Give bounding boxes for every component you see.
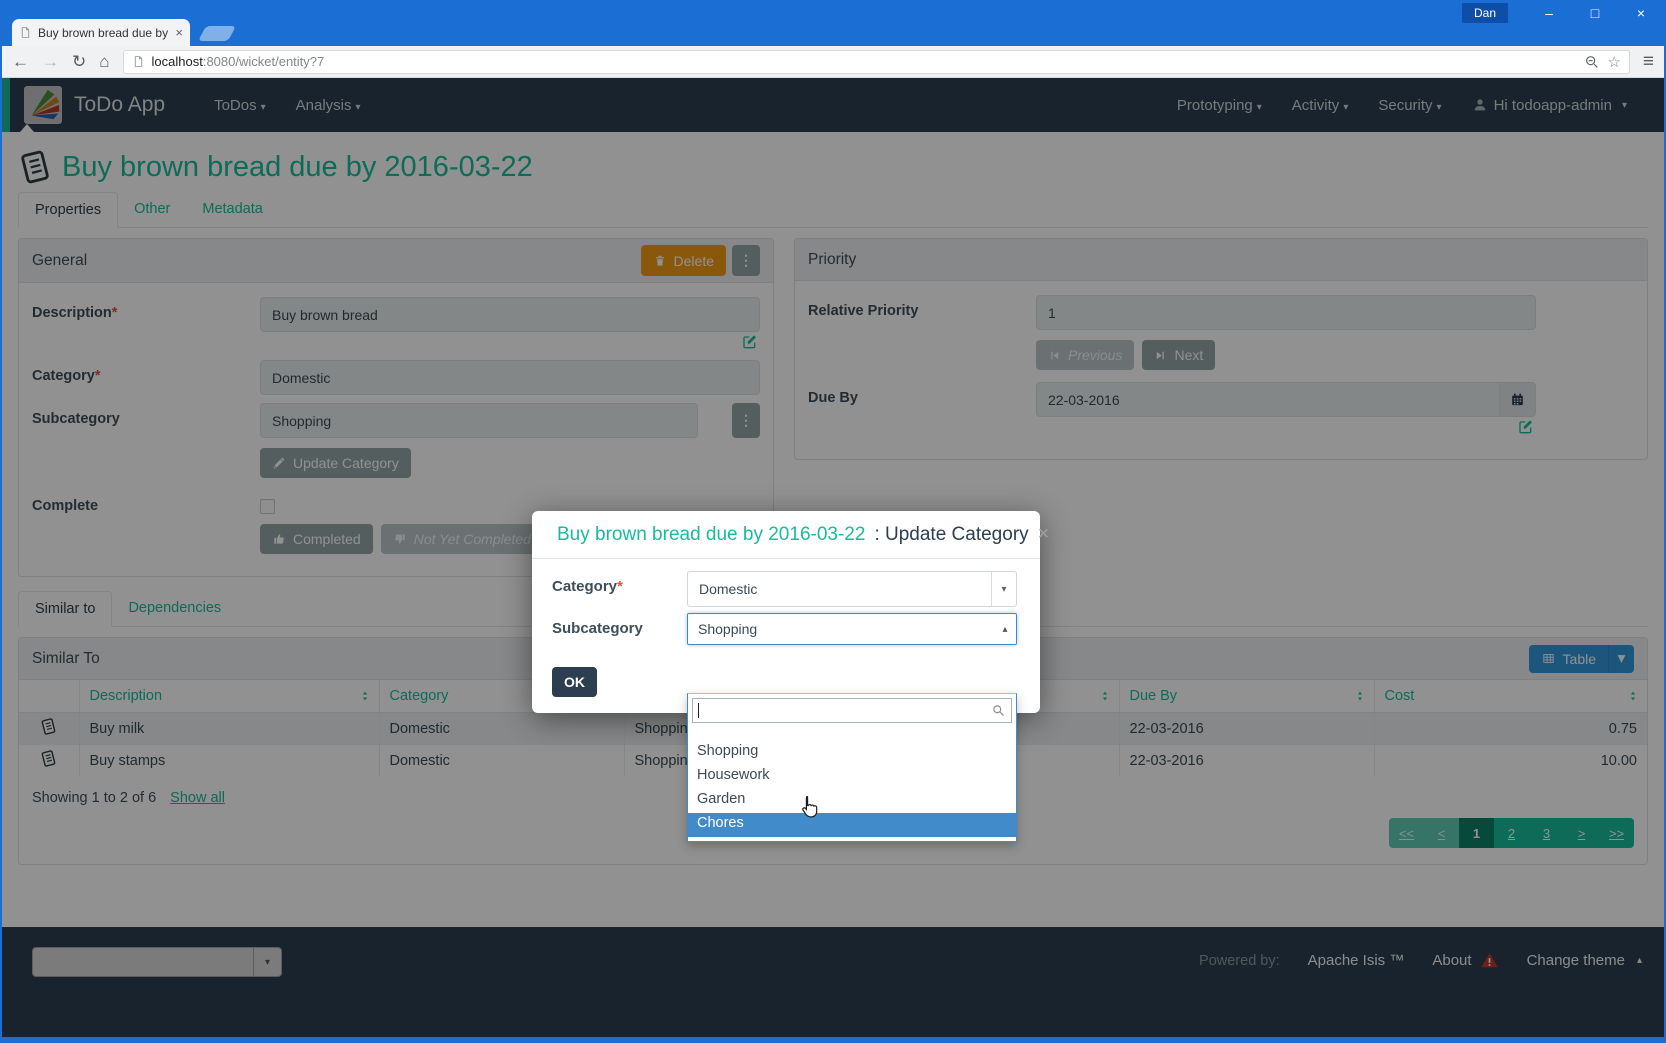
caret-down-icon: ▾ xyxy=(991,572,1016,606)
dialog-category-select[interactable]: Domestic ▾ xyxy=(687,571,1017,607)
mouse-pointer-icon xyxy=(796,794,822,820)
window-minimize-button[interactable]: – xyxy=(1526,0,1572,26)
page-icon xyxy=(132,55,145,68)
window-close-button[interactable]: × xyxy=(1618,0,1664,26)
ok-button[interactable]: OK xyxy=(552,667,597,697)
subcategory-search-input[interactable] xyxy=(692,698,1012,723)
dialog-action-title: : Update Category xyxy=(874,524,1028,546)
dialog-close-icon[interactable]: × xyxy=(1038,523,1050,546)
dialog-body: Category* Domestic ▾ Subcategory Shoppin… xyxy=(532,559,1040,713)
option-housework[interactable]: Housework xyxy=(688,765,1016,789)
url-host: localhost xyxy=(152,54,203,69)
refresh-icon[interactable]: ↻ xyxy=(72,53,86,70)
new-tab-button[interactable] xyxy=(198,26,236,41)
option-chores[interactable]: Chores xyxy=(688,813,1016,837)
window-maximize-button[interactable]: □ xyxy=(1572,0,1618,26)
browser-toolbar: ← → ↻ ⌂ localhost:8080/wicket/entity?7 ☆… xyxy=(2,46,1664,78)
dialog-category-label: Category* xyxy=(552,571,687,607)
dialog-header: Buy brown bread due by 2016-03-22 : Upda… xyxy=(532,511,1040,559)
subcategory-options: Shopping Housework Garden Chores xyxy=(688,727,1016,841)
favicon-doc-icon xyxy=(19,26,32,39)
caret-up-icon: ▴ xyxy=(994,624,1016,635)
url-path: :8080/wicket/entity?7 xyxy=(203,54,324,69)
tab-close-icon[interactable]: × xyxy=(175,25,183,40)
bookmark-star-icon[interactable]: ☆ xyxy=(1607,53,1620,71)
option-garden[interactable]: Garden xyxy=(688,789,1016,813)
dialog-entity-title: Buy brown bread due by 2016-03-22 xyxy=(557,524,865,546)
subcategory-dropdown: Shopping Housework Garden Chores xyxy=(687,693,1017,842)
option-shopping[interactable]: Shopping xyxy=(688,741,1016,765)
browser-window: Buy brown bread due by 2... × Dan – □ × … xyxy=(0,0,1666,1043)
back-icon[interactable]: ← xyxy=(12,53,29,70)
profile-chip[interactable]: Dan xyxy=(1462,3,1508,23)
url-bar[interactable]: localhost:8080/wicket/entity?7 ☆ xyxy=(123,50,1630,74)
text-cursor xyxy=(698,703,699,718)
dialog-subcategory-select[interactable]: Shopping ▴ xyxy=(687,613,1017,645)
forward-icon[interactable]: → xyxy=(42,53,59,70)
home-icon[interactable]: ⌂ xyxy=(99,53,109,70)
app-viewport: ToDo App ToDos▾ Analysis▾ Prototyping▾ A… xyxy=(2,78,1664,1037)
url-text: localhost:8080/wicket/entity?7 xyxy=(152,54,1578,69)
zoom-out-icon[interactable] xyxy=(1584,54,1600,70)
browser-titlebar: Buy brown bread due by 2... × Dan – □ × xyxy=(2,0,1664,46)
browser-tab[interactable]: Buy brown bread due by 2... × xyxy=(12,19,190,46)
dialog-subcategory-label: Subcategory xyxy=(552,613,687,645)
browser-menu-icon[interactable]: ≡ xyxy=(1643,51,1654,73)
search-icon xyxy=(991,703,1006,718)
tab-title: Buy brown bread due by 2... xyxy=(38,26,169,40)
update-category-dialog: Buy brown bread due by 2016-03-22 : Upda… xyxy=(532,511,1040,713)
